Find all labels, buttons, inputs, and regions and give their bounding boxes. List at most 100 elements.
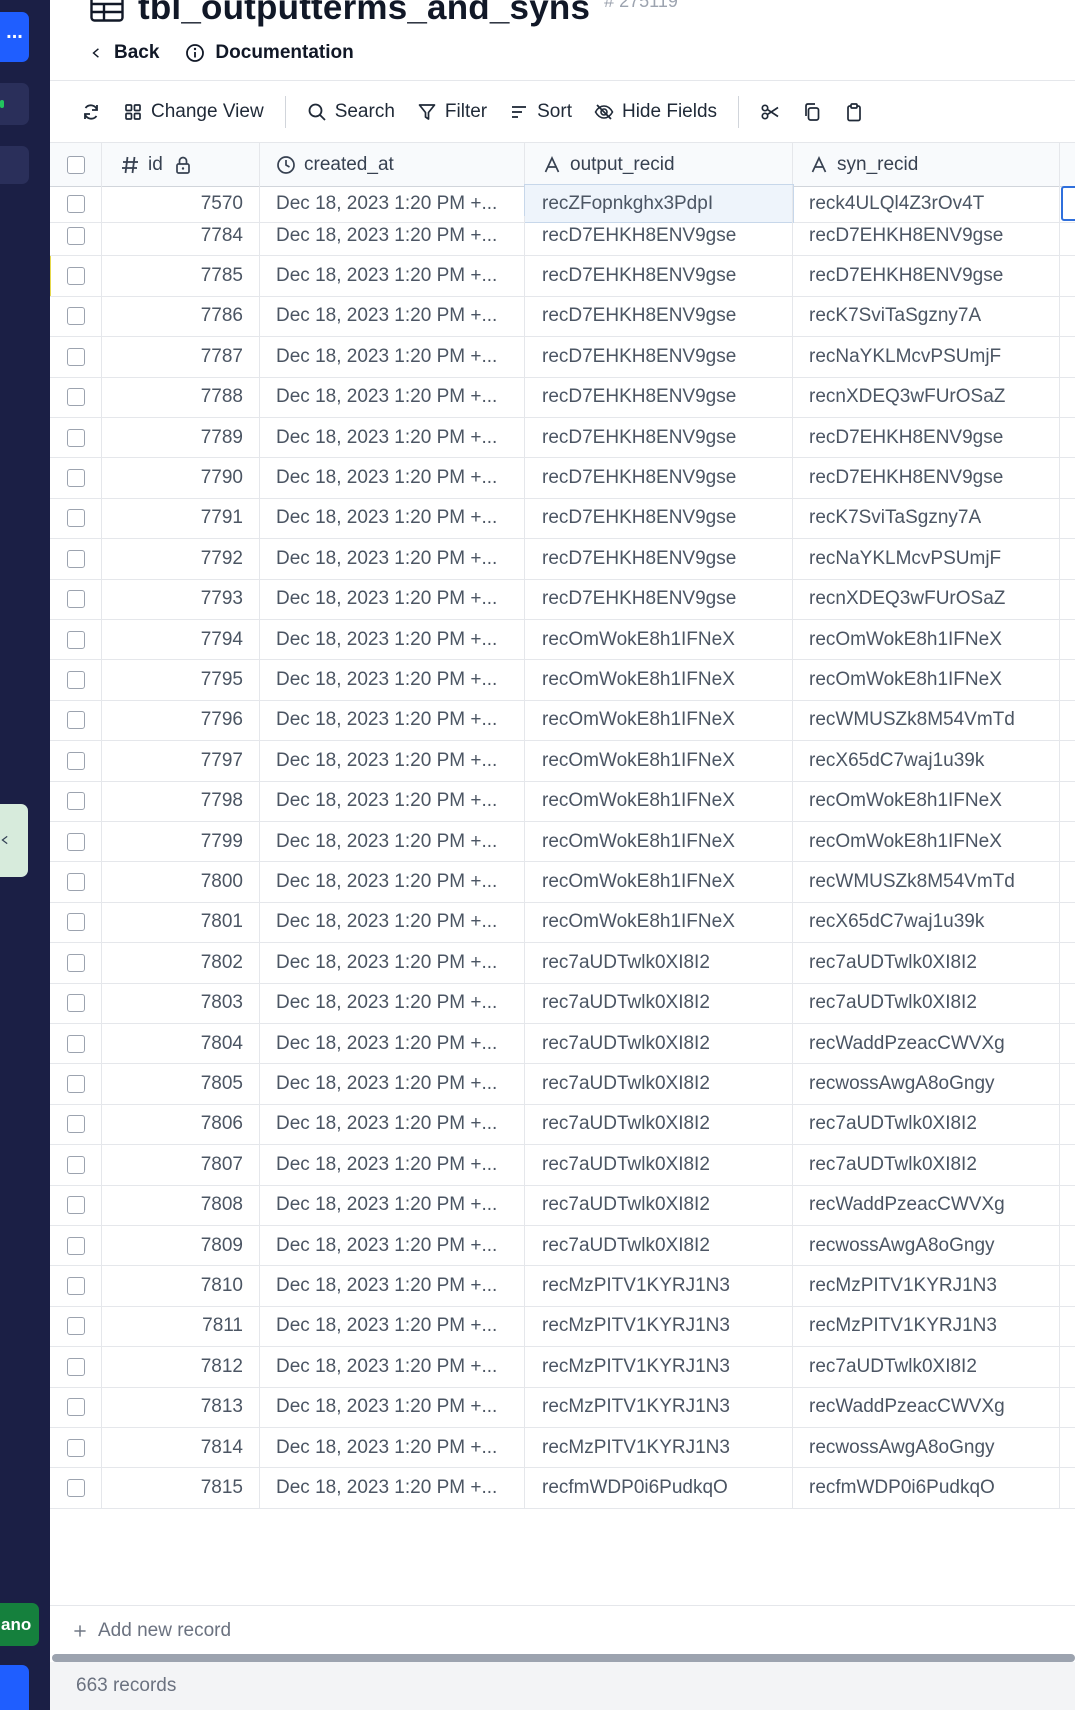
cell-run[interactable]: tbl_ou xyxy=(1060,216,1075,255)
cell-created-at[interactable]: Dec 18, 2023 1:20 PM +... xyxy=(260,943,525,983)
row-checkbox[interactable] xyxy=(66,549,85,568)
cell-output-recid[interactable]: recOmWokE8h1IFNeX xyxy=(525,660,793,700)
table-row[interactable]: 7784 Dec 18, 2023 1:20 PM +... recD7EHKH8E… xyxy=(50,216,1075,257)
cell-created-at[interactable]: Dec 18, 2023 1:20 PM +... xyxy=(260,458,525,498)
row-checkbox[interactable] xyxy=(66,832,85,851)
cell-output-recid[interactable]: recD7EHKH8ENV9gse xyxy=(525,498,793,539)
cell-run[interactable]: tbl_ou xyxy=(1060,620,1075,659)
cell-syn-recid[interactable]: recX65dC7waj1u39k xyxy=(793,902,1060,943)
cell-output-recid[interactable]: rec7aUDTwlk0XI8I2 xyxy=(525,1185,793,1225)
cell-syn-recid[interactable]: recD7EHKH8ENV9gse xyxy=(793,216,1060,256)
table-row[interactable]: 7796 Dec 18, 2023 1:20 PM +... recOmWokE8h… xyxy=(50,700,1075,742)
cell-run[interactable]: tbl_ou xyxy=(1060,1105,1075,1144)
cell-syn-recid[interactable]: recwossAwgA8oGngy xyxy=(793,1428,1060,1468)
cell-output-recid[interactable]: recMzPITV1KYRJ1N3 xyxy=(525,1306,793,1347)
cell-id[interactable]: 7787 xyxy=(102,337,260,377)
user-badge[interactable]: ano xyxy=(0,1603,39,1646)
cell-created-at[interactable]: Dec 18, 2023 1:20 PM +... xyxy=(260,1145,525,1185)
cell-created-at[interactable]: Dec 18, 2023 1:20 PM +... xyxy=(260,1064,525,1104)
cell-created-at[interactable]: Dec 18, 2023 1:20 PM +... xyxy=(260,862,525,902)
sidebar-bottom-button[interactable] xyxy=(0,1665,29,1710)
cell-run[interactable]: tbl_ou xyxy=(1060,660,1075,699)
cell-run[interactable]: tbl_ou xyxy=(1060,701,1075,740)
cell-id[interactable]: 7797 xyxy=(102,741,260,781)
cell-id[interactable]: 7788 xyxy=(102,377,260,417)
cell-created-at[interactable]: Dec 18, 2023 1:20 PM +... xyxy=(260,781,525,821)
cell-run[interactable]: tbl_ou xyxy=(1060,984,1075,1023)
cell-id[interactable]: 7786 xyxy=(102,296,260,337)
row-checkbox[interactable] xyxy=(66,1317,85,1336)
cell-id[interactable]: 7805 xyxy=(102,1064,260,1104)
table-row[interactable]: 7798 Dec 18, 2023 1:20 PM +... recOmWokE8h… xyxy=(50,781,1075,822)
search-button[interactable]: Search xyxy=(296,92,406,132)
row-checkbox[interactable] xyxy=(66,913,85,932)
cell-syn-recid[interactable]: recD7EHKH8ENV9gse xyxy=(793,458,1060,498)
cell-output-recid[interactable]: rec7aUDTwlk0XI8I2 xyxy=(525,1104,793,1145)
row-checkbox[interactable] xyxy=(66,1277,85,1296)
cell-syn-recid[interactable]: rec7aUDTwlk0XI8I2 xyxy=(793,943,1060,983)
cell-syn-recid[interactable]: recfmWDP0i6PudkqO xyxy=(793,1468,1060,1508)
row-checkbox[interactable] xyxy=(66,792,85,811)
documentation-link[interactable]: Documentation xyxy=(185,42,354,64)
back-button[interactable]: Back xyxy=(90,42,159,64)
cell-run[interactable]: tbl_ou xyxy=(1060,378,1075,417)
cell-id[interactable]: 7812 xyxy=(102,1347,260,1387)
table-row[interactable]: 7811 Dec 18, 2023 1:20 PM +... recMzPITV1K… xyxy=(50,1306,1075,1348)
table-row[interactable]: 7806 Dec 18, 2023 1:20 PM +... rec7aUDTwlk… xyxy=(50,1104,1075,1146)
cell-syn-recid[interactable]: recOmWokE8h1IFNeX xyxy=(793,660,1060,700)
cell-syn-recid[interactable]: recNaYKLMcvPSUmjF xyxy=(793,337,1060,377)
cell-id[interactable]: 7800 xyxy=(102,862,260,902)
cell-output-recid[interactable]: rec7aUDTwlk0XI8I2 xyxy=(525,1226,793,1266)
cell-created-at[interactable]: Dec 18, 2023 1:20 PM +... xyxy=(260,1185,525,1225)
cell-output-recid[interactable]: recD7EHKH8ENV9gse xyxy=(525,256,793,296)
table-row[interactable]: 7810 Dec 18, 2023 1:20 PM +... recMzPITV1K… xyxy=(50,1266,1075,1307)
cell-syn-recid[interactable]: recwossAwgA8oGngy xyxy=(793,1064,1060,1104)
cell-output-recid[interactable]: rec7aUDTwlk0XI8I2 xyxy=(525,1024,793,1064)
cell-id[interactable]: 7814 xyxy=(102,1428,260,1468)
table-row[interactable]: 7815 Dec 18, 2023 1:20 PM +... recfmWDP0i6… xyxy=(50,1468,1075,1509)
copy-button[interactable] xyxy=(791,92,833,132)
cell-output-recid[interactable]: recD7EHKH8ENV9gse xyxy=(525,458,793,498)
cell-id[interactable]: 7793 xyxy=(102,579,260,619)
cell-created-at[interactable]: Dec 18, 2023 1:20 PM +... xyxy=(260,1387,525,1427)
cell-created-at[interactable]: Dec 18, 2023 1:20 PM +... xyxy=(260,498,525,539)
cell-output-recid[interactable]: recfmWDP0i6PudkqO xyxy=(525,1468,793,1508)
row-checkbox[interactable] xyxy=(66,1115,85,1134)
row-checkbox[interactable] xyxy=(66,671,85,690)
cell-syn-recid[interactable]: recWaddPzeacCWVXg xyxy=(793,1387,1060,1427)
cell-created-at[interactable]: Dec 18, 2023 1:20 PM +... xyxy=(260,620,525,660)
cell-output-recid[interactable]: recD7EHKH8ENV9gse xyxy=(525,216,793,256)
cell-id[interactable]: 7808 xyxy=(102,1185,260,1225)
row-checkbox[interactable] xyxy=(66,994,85,1013)
cell-created-at[interactable]: Dec 18, 2023 1:20 PM +... xyxy=(260,296,525,337)
cell-id[interactable]: 7815 xyxy=(102,1468,260,1508)
cell-id[interactable]: 7799 xyxy=(102,822,260,862)
cell-run[interactable]: tbl_ou xyxy=(1060,782,1075,821)
cell-syn-recid[interactable]: recK7SviTaSgzny7A xyxy=(793,498,1060,539)
cell-run[interactable]: tbl_ou xyxy=(1060,822,1075,861)
table-row[interactable]: 7803 Dec 18, 2023 1:20 PM +... rec7aUDTwlk… xyxy=(50,983,1075,1024)
cell-id[interactable]: 7790 xyxy=(102,458,260,498)
cell-run[interactable]: tbl_ou xyxy=(1060,741,1075,780)
cell-output-recid[interactable]: recMzPITV1KYRJ1N3 xyxy=(525,1347,793,1387)
cell-created-at[interactable]: Dec 18, 2023 1:20 PM +... xyxy=(260,1468,525,1508)
row-checkbox[interactable] xyxy=(66,267,85,286)
cell-syn-recid[interactable]: recWMUSZk8M54VmTd xyxy=(793,700,1060,741)
cell-run[interactable]: tbl_ou xyxy=(1060,458,1075,497)
row-checkbox[interactable] xyxy=(66,1196,85,1215)
cell-id[interactable]: 7810 xyxy=(102,1266,260,1306)
row-checkbox[interactable] xyxy=(66,226,85,245)
cell-syn-recid[interactable]: recMzPITV1KYRJ1N3 xyxy=(793,1306,1060,1347)
table-row[interactable]: 7789 Dec 18, 2023 1:20 PM +... recD7EHKH8E… xyxy=(50,418,1075,459)
cell-syn-recid[interactable]: recMzPITV1KYRJ1N3 xyxy=(793,1266,1060,1306)
row-checkbox[interactable] xyxy=(66,509,85,528)
column-header-id[interactable]: id xyxy=(102,143,260,187)
cell-syn-recid[interactable]: recnXDEQ3wFUrOSaZ xyxy=(793,377,1060,417)
cell-run[interactable]: tbl_ou xyxy=(1060,1428,1075,1467)
cell-syn-recid[interactable]: rec7aUDTwlk0XI8I2 xyxy=(793,983,1060,1023)
cell-syn-recid[interactable]: recnXDEQ3wFUrOSaZ xyxy=(793,579,1060,619)
collapse-sidebar-button[interactable] xyxy=(0,804,28,877)
table-row[interactable]: 7797 Dec 18, 2023 1:20 PM +... recOmWokE8h… xyxy=(50,741,1075,782)
cell-run[interactable]: tbl_ou xyxy=(1060,1226,1075,1265)
cell-syn-recid[interactable]: rec7aUDTwlk0XI8I2 xyxy=(793,1104,1060,1145)
